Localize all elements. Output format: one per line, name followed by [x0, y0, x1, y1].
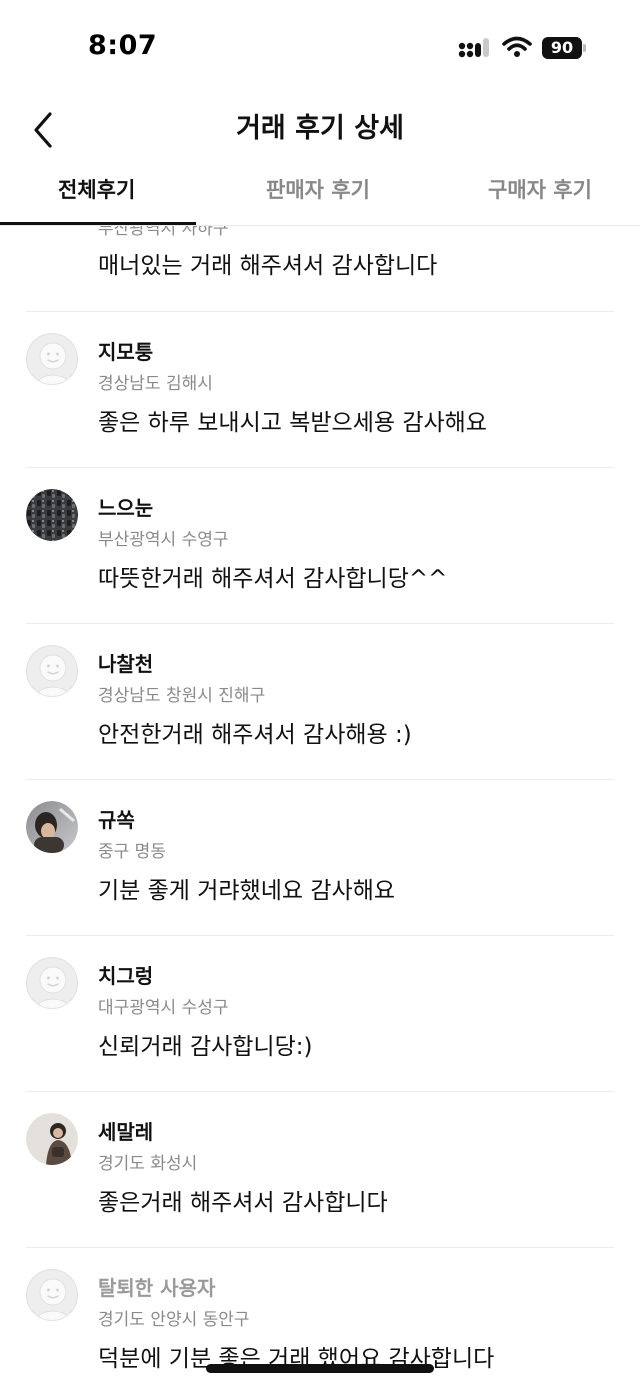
review-content: 좋은거래 해주셔서 감사합니다 [98, 1190, 388, 1216]
reviewer-location: 대구광역시 수성구 [98, 998, 229, 1018]
reviewer-name[interactable]: 규쏙 [98, 804, 135, 833]
home-indicator[interactable] [206, 1364, 434, 1373]
reviewer-location: 부산광역시 수영구 [98, 530, 229, 550]
avatar [26, 1269, 78, 1321]
reviewer-name: 탈퇴한 사용자 [98, 1276, 216, 1300]
reviewer-name[interactable]: 나찰천 [98, 648, 153, 677]
active-tab-indicator [0, 222, 196, 225]
avatar[interactable] [26, 645, 78, 697]
avatar[interactable] [26, 957, 78, 1009]
reviewer-location: 경상남도 창원시 진해구 [98, 686, 266, 706]
avatar[interactable] [26, 1113, 78, 1165]
review-list[interactable]: 부산광역시 사하구 매너있는 거래 해주셔서 감사합니다 지모퉁 경상남도 김해… [0, 226, 640, 1387]
reviewer-name[interactable]: 지모퉁 [98, 336, 153, 365]
tab-all-reviews[interactable]: 전체후기 [58, 174, 135, 204]
status-bar: 8:07 90 [0, 0, 640, 96]
profile-photo [26, 1113, 78, 1165]
reviewer-name[interactable]: 세말레 [98, 1116, 153, 1145]
avatar[interactable] [26, 489, 78, 541]
default-avatar-icon [32, 966, 74, 1008]
list-item[interactable]: 규쏙 중구 명동 기분 좋게 거랴했네요 감사해요 [0, 780, 640, 936]
cellular-signal-icon [458, 38, 489, 58]
review-content: 따뜻한거래 해주셔서 감사합니당^^ [98, 566, 448, 592]
wifi-icon [502, 36, 532, 57]
reviewer-location: 경기도 화성시 [98, 1154, 198, 1174]
default-avatar-icon [32, 342, 74, 384]
battery-icon: 90 [542, 37, 586, 59]
review-content: 좋은 하루 보내시고 복받으세용 감사해요 [98, 410, 487, 436]
profile-photo [26, 801, 78, 853]
avatar[interactable] [26, 333, 78, 385]
profile-photo-pattern [26, 489, 78, 541]
reviewer-location: 중구 명동 [98, 842, 166, 862]
battery-level: 90 [550, 38, 574, 57]
reviewer-name[interactable]: 치그렁 [98, 960, 153, 989]
list-item[interactable]: 부산광역시 사하구 매너있는 거래 해주셔서 감사합니다 [0, 226, 640, 312]
chevron-left-icon [34, 112, 52, 148]
default-avatar-icon [32, 1278, 74, 1320]
page-title: 거래 후기 상세 [236, 113, 404, 144]
list-item[interactable]: 세말레 경기도 화성시 좋은거래 해주셔서 감사합니다 [0, 1092, 640, 1248]
list-item[interactable]: 치그렁 대구광역시 수성구 신뢰거래 감사합니당:) [0, 936, 640, 1092]
review-content: 기분 좋게 거랴했네요 감사해요 [98, 878, 396, 904]
review-content: 신뢰거래 감사합니당:) [98, 1034, 313, 1060]
tab-buyer-reviews[interactable]: 구매자 후기 [488, 174, 592, 204]
list-item[interactable]: 지모퉁 경상남도 김해시 좋은 하루 보내시고 복받으세용 감사해요 [0, 312, 640, 468]
reviewer-location: 경상남도 김해시 [98, 374, 213, 394]
navigation-bar: 거래 후기 상세 [0, 96, 640, 156]
review-content: 안전한거래 해주셔서 감사해용 :) [98, 722, 412, 748]
reviewer-location: 부산광역시 사하구 [98, 226, 229, 239]
reviewer-location: 경기도 안양시 동안구 [98, 1310, 250, 1330]
list-item[interactable]: 느으눈 부산광역시 수영구 따뜻한거래 해주셔서 감사합니당^^ [0, 468, 640, 624]
status-time: 8:07 [88, 30, 158, 61]
list-item[interactable]: 나찰천 경상남도 창원시 진해구 안전한거래 해주셔서 감사해용 :) [0, 624, 640, 780]
review-content: 매너있는 거래 해주셔서 감사합니다 [98, 253, 438, 279]
back-button[interactable] [22, 102, 66, 150]
default-avatar-icon [32, 654, 74, 696]
avatar[interactable] [26, 801, 78, 853]
tab-seller-reviews[interactable]: 판매자 후기 [266, 174, 370, 204]
reviewer-name[interactable]: 느으눈 [98, 492, 153, 521]
review-tabs: 전체후기 판매자 후기 구매자 후기 [0, 164, 640, 226]
